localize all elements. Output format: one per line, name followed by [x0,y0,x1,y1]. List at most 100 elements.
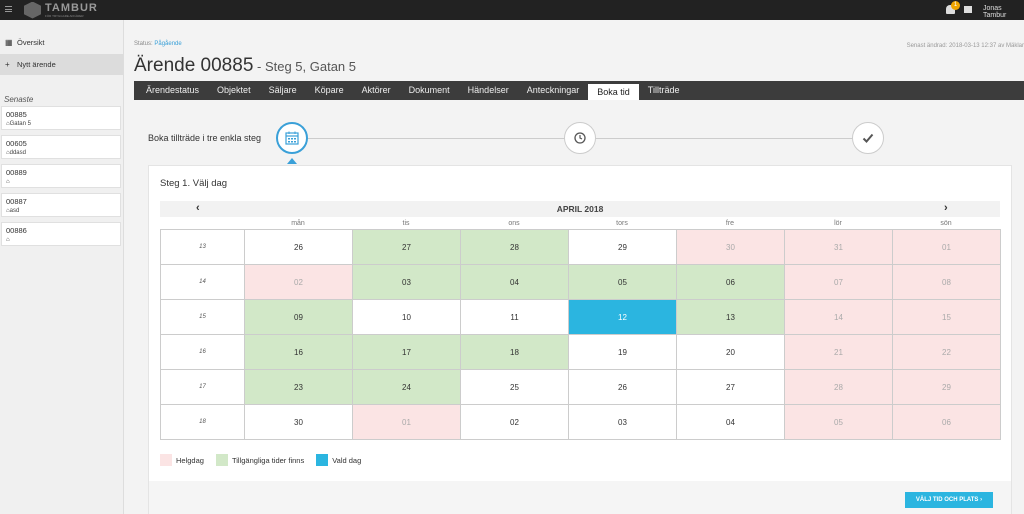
next-month-button[interactable]: › [944,202,948,214]
calendar-day[interactable]: 06 [892,404,1001,440]
calendar-day[interactable]: 18 [460,334,569,370]
calendar-day[interactable]: 21 [784,334,893,370]
tab-aktorer[interactable]: Aktörer [353,81,400,100]
calendar-day[interactable]: 31 [784,229,893,265]
tab-boka-tid[interactable]: Boka tid [588,84,639,100]
step-heading: Steg 1. Välj dag [160,178,228,189]
user-name[interactable]: Jonas Tambur [983,5,1024,19]
case-number: 00886 [6,226,27,235]
week-number: 16 [160,334,245,370]
calendar-day[interactable]: 19 [568,334,677,370]
calendar-day[interactable]: 09 [244,299,353,335]
calendar-day[interactable]: 16 [244,334,353,370]
calendar-day[interactable]: 20 [676,334,785,370]
sidebar-item-oversikt[interactable]: ▦ Översikt [0,32,123,53]
calendar-day[interactable]: 17 [352,334,461,370]
tab-tilltrade[interactable]: Tillträde [639,81,689,100]
case-number: 00887 [6,197,27,206]
calendar-day[interactable]: 26 [244,229,353,265]
weekday-label: tis [402,220,410,227]
recent-case-card[interactable]: 00885 Gatan 5 [1,106,121,130]
active-step-caret [287,158,297,164]
month-navigation: ‹ APRIL 2018 › [160,201,1000,217]
calendar-day[interactable]: 08 [892,264,1001,300]
calendar-day[interactable]: 01 [352,404,461,440]
calendar-day[interactable]: 03 [352,264,461,300]
tab-handelser[interactable]: Händelser [459,81,518,100]
tab-kopare[interactable]: Köpare [306,81,353,100]
case-address [6,237,120,243]
calendar-day[interactable]: 27 [352,229,461,265]
calendar-day[interactable]: 15 [892,299,1001,335]
calendar-day[interactable]: 29 [892,369,1001,405]
tab-dokument[interactable]: Dokument [400,81,459,100]
calendar-day[interactable]: 03 [568,404,677,440]
calendar-day[interactable]: 14 [784,299,893,335]
calendar-day[interactable]: 25 [460,369,569,405]
calendar-day[interactable]: 05 [784,404,893,440]
recent-case-card[interactable]: 00889 [1,164,121,188]
weekday-label: fre [725,220,735,227]
recent-case-card[interactable]: 00887 asd [1,193,121,217]
tab-arendestatus[interactable]: Ärendestatus [137,81,208,100]
calendar-day[interactable]: 28 [784,369,893,405]
calendar-day[interactable]: 02 [460,404,569,440]
calendar-week-row: 16 16 17 18 19 20 21 22 [160,334,1001,370]
clock-icon [574,132,586,144]
calendar-day[interactable]: 02 [244,264,353,300]
calendar-day[interactable]: 06 [676,264,785,300]
week-number: 14 [160,264,245,300]
clock-step-icon[interactable] [564,122,596,154]
calendar-day[interactable]: 30 [676,229,785,265]
calendar-day[interactable]: 13 [676,299,785,335]
calendar-week-row: 13 26 27 28 29 30 31 01 [160,229,1001,265]
case-number: 00605 [6,139,27,148]
calendar-day[interactable]: 30 [244,404,353,440]
calendar-day[interactable]: 05 [568,264,677,300]
calendar-week-row: 15 09 10 11 12 13 14 15 [160,299,1001,335]
legend-label: Tillgängliga tider finns [231,455,305,465]
menu-icon[interactable] [5,6,12,12]
status-label: Status: [134,41,153,47]
calendar-day[interactable]: 27 [676,369,785,405]
recent-case-card[interactable]: 00605 ddasd [1,135,121,159]
legend-swatch-helgdag [160,454,172,466]
tab-saljare[interactable]: Säljare [260,81,306,100]
calendar-day[interactable]: 24 [352,369,461,405]
calendar-day[interactable]: 10 [352,299,461,335]
legend-swatch-selected [316,454,329,466]
message-icon[interactable] [964,6,972,13]
weekday-label: tors [616,220,628,227]
week-number: 15 [160,299,245,335]
week-number: 17 [160,369,245,405]
sidebar-item-nytt-arende[interactable]: + Nytt ärende [0,54,123,75]
legend-label: Vald dag [332,455,362,465]
case-address: ddasd [6,150,120,156]
calendar-day[interactable]: 26 [568,369,677,405]
recent-case-card[interactable]: 00886 [1,222,121,246]
calendar-day[interactable]: 07 [784,264,893,300]
calendar-day[interactable]: 11 [460,299,569,335]
legend-label: Helgdag [176,455,204,465]
calendar-day[interactable]: 04 [676,404,785,440]
tab-anteckningar[interactable]: Anteckningar [518,81,589,100]
calendar-day[interactable]: 22 [892,334,1001,370]
status-value: Pågående [154,41,182,47]
calendar-step-icon[interactable] [276,122,308,154]
calendar-day[interactable]: 04 [460,264,569,300]
case-address: asd [6,208,120,214]
calendar-day[interactable]: 29 [568,229,677,265]
calendar-day[interactable]: 28 [460,229,569,265]
calendar-day[interactable]: 23 [244,369,353,405]
check-step-icon[interactable] [852,122,884,154]
last-modified: Senast ändrad: 2018-03-13 12:37 av Mäkla… [906,43,1024,49]
tab-objektet[interactable]: Objektet [208,81,260,100]
logo[interactable]: TAMBUR FÖR TRYGGARE AFFÄRER [24,1,98,19]
stepper-label: Boka tillträde i tre enkla steg [148,133,262,143]
calendar-day[interactable]: 01 [892,229,1001,265]
calendar-day[interactable]: 12 [568,299,677,335]
choose-time-button[interactable]: VÄLJ TID OCH PLATS › [905,492,993,508]
weekday-label: lör [834,220,842,227]
calendar-week-row: 18 30 01 02 03 04 05 06 [160,404,1001,440]
case-address [6,179,120,185]
